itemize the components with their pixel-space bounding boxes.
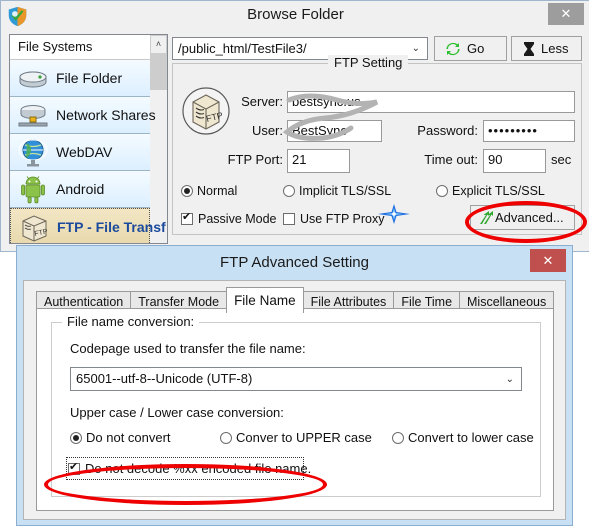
no-decode-checkbox[interactable]: Do not decode %xx encoded file name. xyxy=(68,461,311,476)
hard-drive-icon xyxy=(19,71,47,88)
radio-convert-lower[interactable] xyxy=(392,432,404,444)
radio-implicit-tls[interactable] xyxy=(283,185,295,197)
advanced-dialog-body: Authentication Transfer Mode File Name File… xyxy=(23,280,566,520)
ftp-setting-group-title: FTP Setting xyxy=(328,55,409,70)
less-button-label: Less xyxy=(541,41,569,56)
sidebar-item-label: Network Shares xyxy=(56,107,156,123)
sidebar-scroll-up-button[interactable]: ˄ xyxy=(150,35,167,54)
user-label: User: xyxy=(251,123,283,138)
ftp-port-label: FTP Port: xyxy=(227,152,283,167)
sidebar-item-label: FTP - File Transf xyxy=(57,219,166,235)
password-label: Password: xyxy=(417,123,478,138)
checkbox-use-ftp-proxy[interactable] xyxy=(283,213,295,225)
security-option-implicit-tls[interactable]: Implicit TLS/SSL xyxy=(283,184,391,198)
file-name-conversion-group: File name conversion: Codepage used to t… xyxy=(51,314,541,497)
server-label: Server: xyxy=(241,94,283,109)
browse-folder-title: Browse Folder xyxy=(247,6,344,23)
security-option-label: Normal xyxy=(197,184,238,198)
radio-convert-upper[interactable] xyxy=(220,432,232,444)
codepage-combo[interactable]: 65001--utf-8--Unicode (UTF-8) ⌄ xyxy=(70,367,522,391)
green-arrows-icon xyxy=(480,211,493,224)
screen-root: Browse Folder ✕ File Systems ˄ File Fold… xyxy=(0,0,589,526)
android-robot-icon xyxy=(21,176,45,204)
svg-text:FTP: FTP xyxy=(34,228,49,238)
radio-do-not-convert[interactable] xyxy=(70,432,82,444)
file-name-conversion-title: File name conversion: xyxy=(62,314,200,329)
security-option-explicit-tls[interactable]: Explicit TLS/SSL xyxy=(436,184,545,198)
server-input[interactable]: bestsync.us xyxy=(287,91,575,113)
advanced-dialog-close-button[interactable]: ✕ xyxy=(530,249,566,272)
checkbox-do-not-decode[interactable] xyxy=(68,461,80,475)
case-conversion-label: Upper case / Lower case conversion: xyxy=(70,405,284,420)
passive-mode-checkbox[interactable]: Passive Mode xyxy=(181,211,277,226)
case-option-label: Conver to UPPER case xyxy=(236,430,372,445)
go-button[interactable]: Go xyxy=(434,36,507,61)
globe-icon xyxy=(18,139,48,167)
file-name-tab-page: File name conversion: Codepage used to t… xyxy=(36,308,554,511)
sidebar-item-network-shares[interactable]: Network Shares xyxy=(10,97,156,134)
file-systems-sidebar: File Systems ˄ File Folder Network Share… xyxy=(9,34,168,244)
tab-file-name[interactable]: File Name xyxy=(226,287,304,313)
advanced-dialog-title: FTP Advanced Setting xyxy=(220,254,369,271)
ftp-setting-group: FTP Setting FTP Server: bestsync.us User… xyxy=(172,55,582,235)
sidebar-item-label: WebDAV xyxy=(56,144,113,160)
ftp-advanced-setting-dialog: FTP Advanced Setting ✕ Authentication Tra… xyxy=(16,245,573,526)
passive-mode-label: Passive Mode xyxy=(198,212,277,226)
codepage-combo-value: 65001--utf-8--Unicode (UTF-8) xyxy=(76,371,253,386)
browse-folder-window: Browse Folder ✕ File Systems ˄ File Fold… xyxy=(0,0,589,252)
chevron-down-icon: ⌄ xyxy=(411,43,420,54)
no-decode-label: Do not decode %xx encoded file name. xyxy=(85,461,312,476)
use-ftp-proxy-label: Use FTP Proxy xyxy=(300,212,385,226)
radio-explicit-tls[interactable] xyxy=(436,185,448,197)
sidebar-item-file-folder[interactable]: File Folder xyxy=(10,60,150,97)
refresh-icon xyxy=(446,42,460,56)
sidebar-header-label: File Systems xyxy=(18,39,93,54)
timeout-unit-label: sec xyxy=(551,152,572,167)
sidebar-list: File Folder Network Shares WebDAV Androi… xyxy=(10,60,166,243)
security-option-normal[interactable]: Normal xyxy=(181,184,237,198)
blue-sparkle-icon xyxy=(378,204,410,224)
use-ftp-proxy-checkbox[interactable]: Use FTP Proxy xyxy=(283,212,385,226)
user-input[interactable]: BestSync xyxy=(287,120,382,142)
advanced-button[interactable]: Advanced... xyxy=(470,205,575,230)
case-option-label: Convert to lower case xyxy=(408,430,534,445)
sidebar-item-webdav[interactable]: WebDAV xyxy=(10,134,150,171)
sidebar-scrollbar-thumb[interactable] xyxy=(150,54,167,90)
password-input[interactable]: ••••••••• xyxy=(483,120,575,142)
browse-folder-close-button[interactable]: ✕ xyxy=(548,3,584,25)
case-option-lower[interactable]: Convert to lower case xyxy=(392,430,534,445)
ftp-box-icon: FTP xyxy=(22,215,49,242)
advanced-tabstrip: Authentication Transfer Mode File Name File… xyxy=(36,287,555,313)
codepage-label: Codepage used to transfer the file name: xyxy=(70,341,306,356)
checkbox-passive-mode[interactable] xyxy=(181,211,193,225)
timeout-input[interactable]: 90 xyxy=(483,149,546,173)
security-option-label: Explicit TLS/SSL xyxy=(452,184,545,198)
hourglass-icon xyxy=(524,42,534,56)
advanced-button-label: Advanced... xyxy=(495,210,564,225)
timeout-label: Time out: xyxy=(424,152,478,167)
sidebar-header: File Systems xyxy=(10,35,167,60)
browse-folder-titlebar: Browse Folder ✕ xyxy=(1,1,589,31)
network-drive-icon xyxy=(18,105,48,127)
ftp-port-input[interactable]: 21 xyxy=(287,149,350,173)
case-option-label: Do not convert xyxy=(86,430,171,445)
path-combo-value: /public_html/TestFile3/ xyxy=(178,41,307,56)
case-option-do-not-convert[interactable]: Do not convert xyxy=(70,430,171,445)
radio-normal[interactable] xyxy=(181,185,193,197)
go-button-label: Go xyxy=(467,41,485,56)
sidebar-item-ftp[interactable]: FTP FTP - File Transf xyxy=(10,208,166,243)
sidebar-item-label: Android xyxy=(56,181,105,197)
less-button[interactable]: Less xyxy=(511,36,582,61)
chevron-down-icon: ⌄ xyxy=(505,373,514,385)
security-option-label: Implicit TLS/SSL xyxy=(299,184,392,198)
case-option-upper[interactable]: Conver to UPPER case xyxy=(220,430,372,445)
sidebar-item-label: File Folder xyxy=(56,70,123,86)
sidebar-item-android[interactable]: Android xyxy=(10,171,150,208)
